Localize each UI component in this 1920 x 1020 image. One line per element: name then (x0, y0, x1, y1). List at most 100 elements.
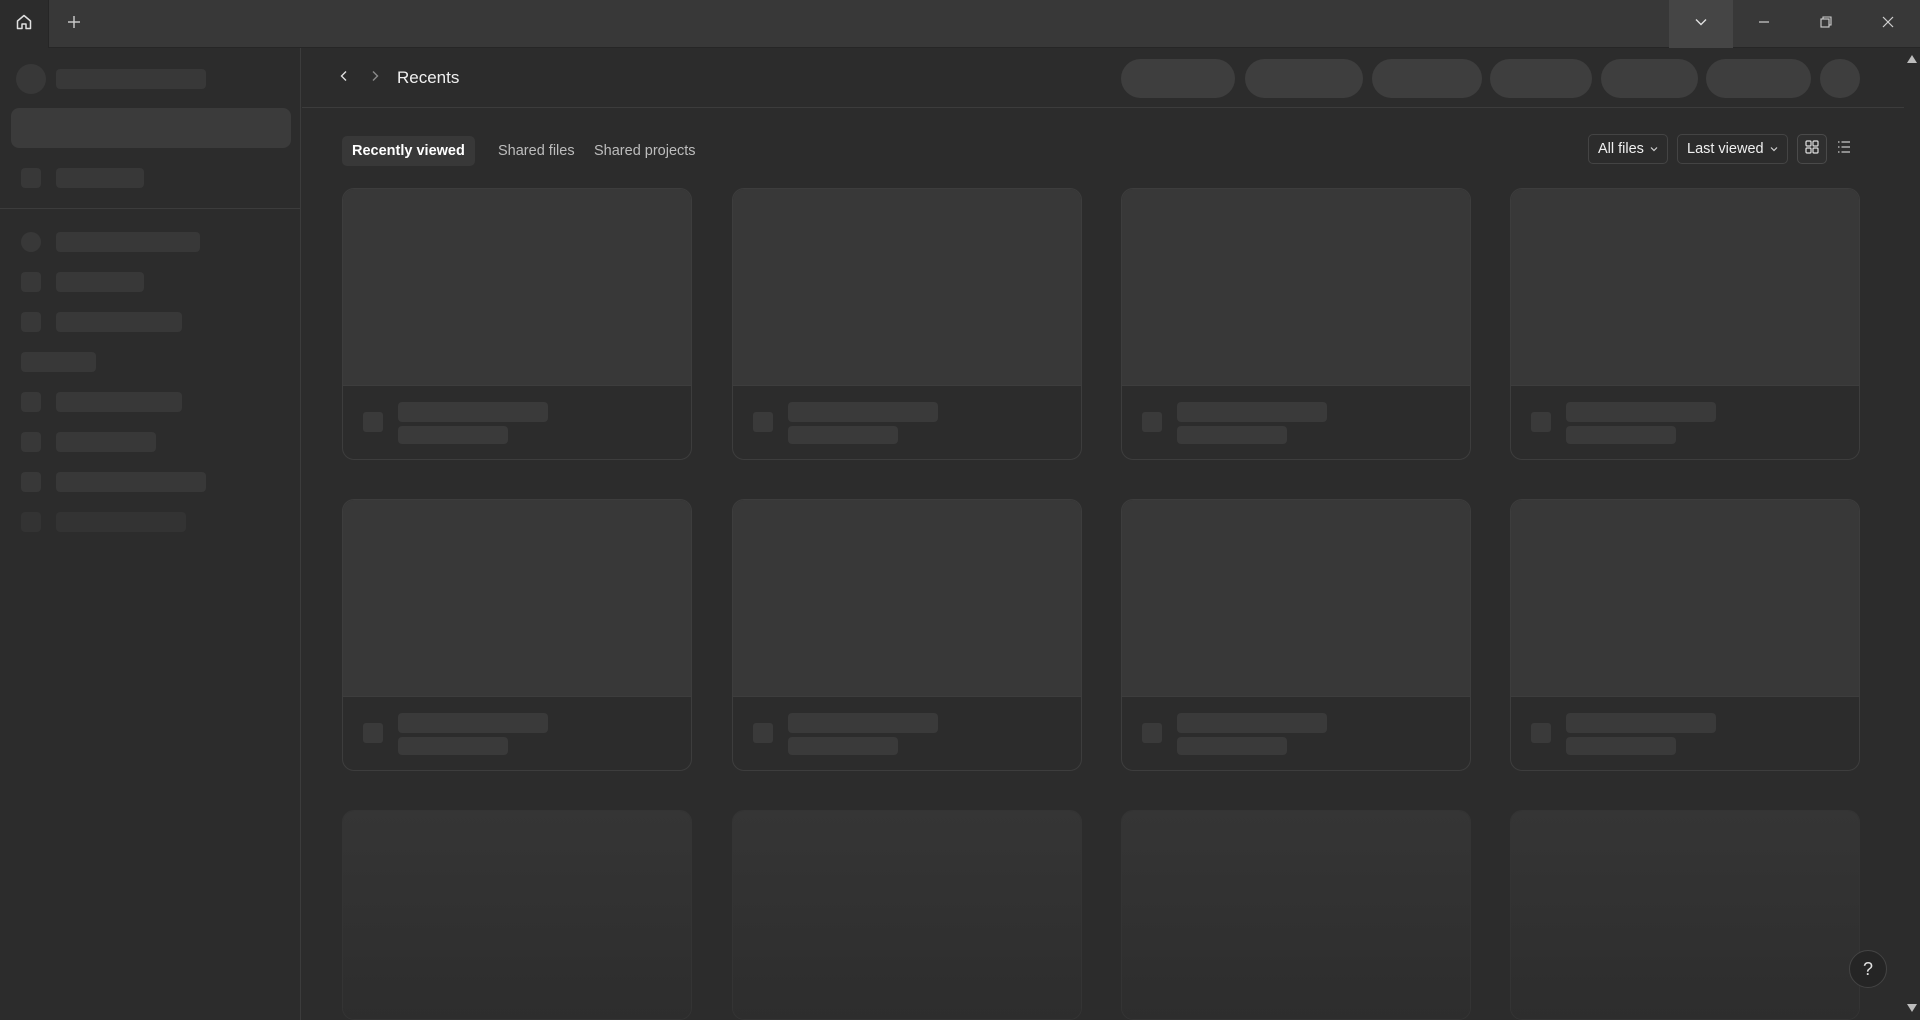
file-card-placeholder[interactable] (1510, 499, 1860, 771)
chevron-left-icon (338, 69, 350, 87)
list-view-button[interactable] (1829, 134, 1859, 164)
file-card-placeholder[interactable] (342, 810, 692, 1020)
triangle-down-icon (1907, 999, 1917, 1017)
file-icon-placeholder (1531, 723, 1551, 743)
file-icon-placeholder (753, 412, 773, 432)
file-info (733, 385, 1081, 459)
grid-view-icon (1805, 139, 1819, 159)
file-thumbnail-placeholder (1122, 811, 1470, 1019)
scroll-up-button[interactable] (1904, 52, 1920, 66)
file-type-filter-label: All files (1598, 141, 1644, 157)
help-button[interactable]: ? (1849, 950, 1887, 988)
sidebar-label-placeholder (56, 392, 182, 412)
account-name-placeholder (56, 69, 206, 89)
header-action-placeholder[interactable] (1490, 59, 1592, 98)
sidebar-label-placeholder (56, 432, 156, 452)
profile-avatar-placeholder[interactable] (1820, 59, 1860, 98)
file-info (1511, 696, 1859, 770)
minimize-button[interactable] (1733, 0, 1795, 48)
back-button[interactable] (332, 66, 356, 90)
restore-icon (1819, 15, 1833, 34)
header-action-placeholder[interactable] (1601, 59, 1698, 98)
file-thumbnail-placeholder (1511, 500, 1859, 696)
file-meta-placeholder (398, 737, 508, 755)
file-info (1122, 696, 1470, 770)
file-info (1511, 385, 1859, 459)
minimize-icon (1757, 15, 1771, 34)
tab-shared-files[interactable]: Shared files (488, 136, 585, 166)
file-icon-placeholder (363, 723, 383, 743)
close-button[interactable] (1857, 0, 1919, 48)
sidebar-label-placeholder (56, 272, 144, 292)
file-thumbnail-placeholder (733, 189, 1081, 385)
sidebar-label-placeholder (56, 232, 200, 252)
forward-button[interactable] (363, 66, 387, 90)
file-meta-placeholder (788, 426, 898, 444)
file-icon-placeholder (1142, 412, 1162, 432)
file-meta-placeholder (398, 426, 508, 444)
chevron-right-icon (369, 69, 381, 87)
sidebar-icon-placeholder (21, 392, 41, 412)
search-placeholder[interactable] (11, 108, 291, 148)
file-meta-placeholder (1177, 737, 1287, 755)
file-thumbnail-placeholder (343, 811, 691, 1019)
file-card-placeholder[interactable] (732, 810, 1082, 1020)
triangle-up-icon (1907, 50, 1917, 68)
chevron-down-icon (1694, 15, 1708, 34)
chevron-down-icon (1770, 141, 1778, 157)
sort-dropdown-label: Last viewed (1687, 141, 1764, 157)
tab-recently-viewed[interactable]: Recently viewed (342, 136, 475, 166)
file-card-placeholder[interactable] (1510, 810, 1860, 1020)
file-meta-placeholder (788, 737, 898, 755)
file-card-placeholder[interactable] (1121, 188, 1471, 460)
file-name-placeholder (788, 402, 938, 422)
file-type-filter[interactable]: All files (1588, 134, 1668, 164)
home-icon (15, 13, 33, 36)
home-tab[interactable] (0, 0, 49, 48)
file-info (343, 385, 691, 459)
sidebar-icon-placeholder (21, 432, 41, 452)
grid-view-button[interactable] (1797, 134, 1827, 164)
header-action-placeholder[interactable] (1372, 59, 1482, 98)
header-action-placeholder[interactable] (1121, 59, 1235, 98)
file-name-placeholder (1566, 402, 1716, 422)
sort-dropdown[interactable]: Last viewed (1677, 134, 1788, 164)
chevron-down-icon (1650, 141, 1658, 157)
file-card-placeholder[interactable] (732, 188, 1082, 460)
file-name-placeholder (1177, 402, 1327, 422)
file-thumbnail-placeholder (733, 811, 1081, 1019)
sidebar (0, 48, 301, 1020)
sidebar-icon-placeholder (21, 232, 41, 252)
file-card-placeholder[interactable] (1510, 188, 1860, 460)
sidebar-label-placeholder (56, 472, 206, 492)
sidebar-icon-placeholder (21, 272, 41, 292)
file-icon-placeholder (363, 412, 383, 432)
file-name-placeholder (788, 713, 938, 733)
new-tab-button[interactable] (56, 0, 92, 48)
view-mode-toggle (1797, 134, 1859, 164)
file-thumbnail-placeholder (733, 500, 1081, 696)
help-icon: ? (1862, 958, 1873, 979)
file-card-placeholder[interactable] (1121, 499, 1471, 771)
file-meta-placeholder (1566, 737, 1676, 755)
file-info (343, 696, 691, 770)
file-card-placeholder[interactable] (1121, 810, 1471, 1020)
close-icon (1881, 15, 1895, 34)
tabs-dropdown-button[interactable] (1669, 0, 1733, 48)
file-thumbnail-placeholder (1122, 500, 1470, 696)
file-name-placeholder (1177, 713, 1327, 733)
file-card-placeholder[interactable] (732, 499, 1082, 771)
header-action-placeholder[interactable] (1706, 59, 1811, 98)
tab-shared-projects[interactable]: Shared projects (584, 136, 706, 166)
file-name-placeholder (398, 402, 548, 422)
file-card-placeholder[interactable] (342, 188, 692, 460)
restore-button[interactable] (1795, 0, 1857, 48)
sidebar-icon-placeholder (21, 512, 41, 532)
sidebar-section-placeholder (21, 352, 96, 372)
header-action-placeholder[interactable] (1245, 59, 1363, 98)
sidebar-label-placeholder (56, 168, 144, 188)
file-thumbnail-placeholder (343, 189, 691, 385)
file-icon-placeholder (1531, 412, 1551, 432)
file-card-placeholder[interactable] (342, 499, 692, 771)
scroll-down-button[interactable] (1904, 1001, 1920, 1015)
